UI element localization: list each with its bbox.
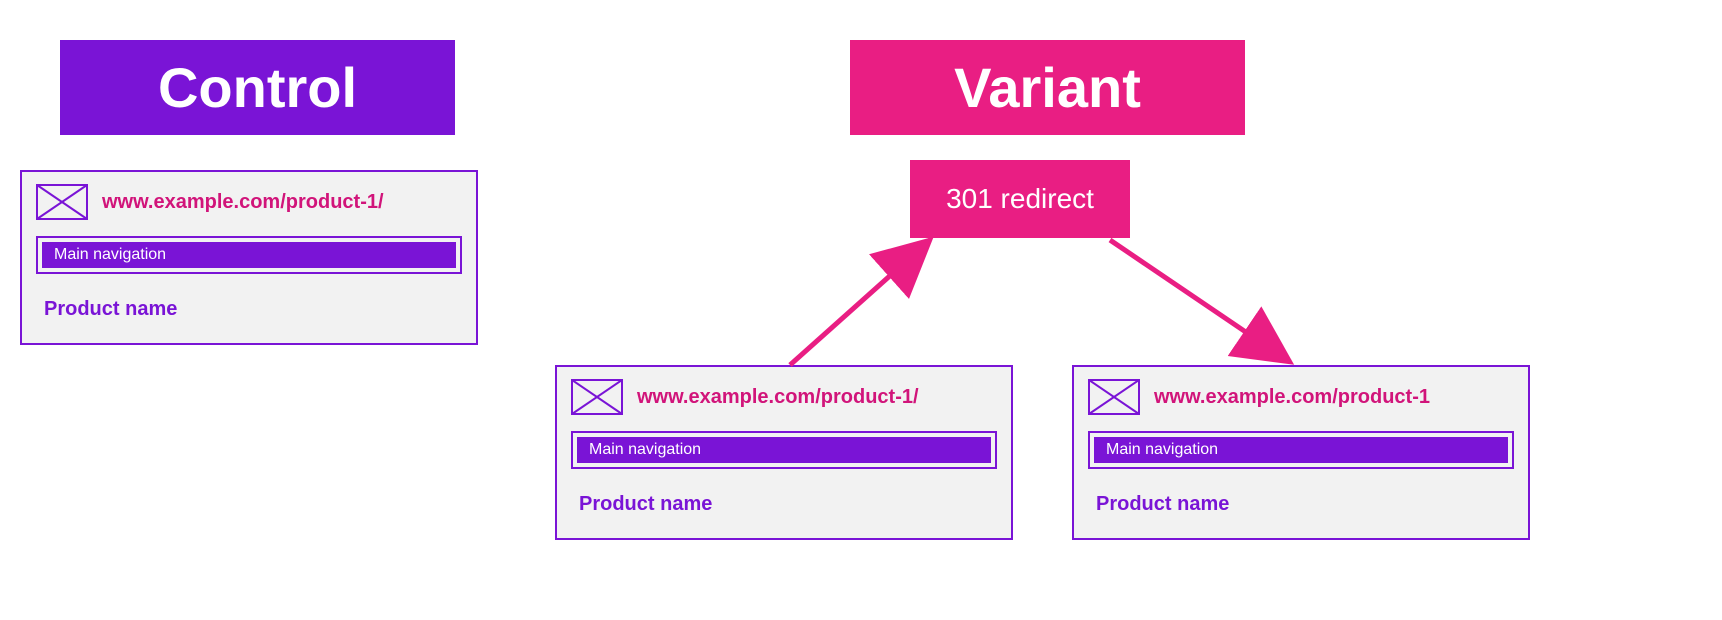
card-url: www.example.com/product-1/ (637, 386, 919, 409)
product-name: Product name (579, 493, 997, 516)
placeholder-image-icon (1088, 379, 1140, 415)
control-card: www.example.com/product-1/ Main navigati… (20, 170, 478, 345)
card-url: www.example.com/product-1/ (102, 191, 384, 214)
product-name: Product name (1096, 493, 1514, 516)
card-url: www.example.com/product-1 (1154, 386, 1430, 409)
nav-outer: Main navigation (571, 431, 997, 469)
product-name: Product name (44, 298, 462, 321)
placeholder-image-icon (36, 184, 88, 220)
nav-outer: Main navigation (1088, 431, 1514, 469)
variant-card-2: www.example.com/product-1 Main navigatio… (1072, 365, 1530, 540)
nav-bar: Main navigation (42, 242, 456, 268)
placeholder-image-icon (571, 379, 623, 415)
nav-outer: Main navigation (36, 236, 462, 274)
card-header: www.example.com/product-1/ (36, 184, 462, 220)
nav-bar: Main navigation (577, 437, 991, 463)
card-header: www.example.com/product-1/ (571, 379, 997, 415)
card-header: www.example.com/product-1 (1088, 379, 1514, 415)
control-title: Control (60, 40, 455, 135)
variant-title: Variant (850, 40, 1245, 135)
nav-bar: Main navigation (1094, 437, 1508, 463)
redirect-box: 301 redirect (910, 160, 1130, 238)
variant-card-1: www.example.com/product-1/ Main navigati… (555, 365, 1013, 540)
